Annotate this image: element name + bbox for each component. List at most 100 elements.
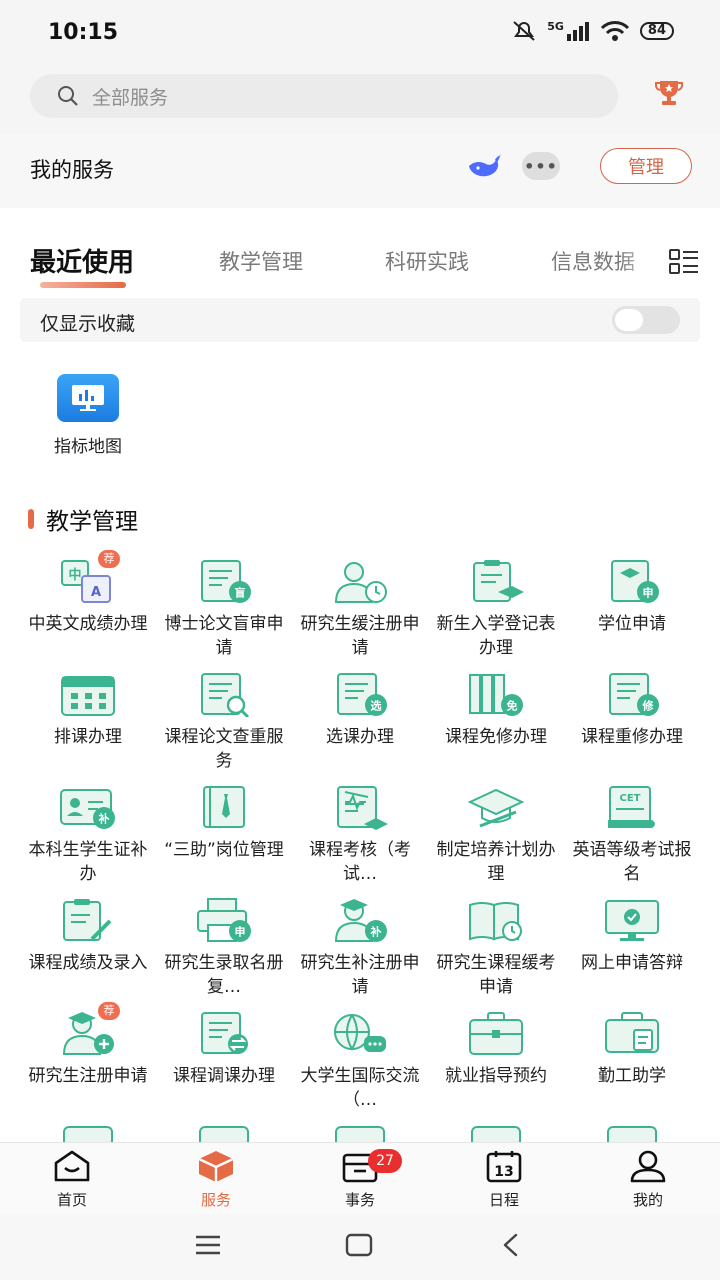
printer-apply-icon: 申: [194, 897, 254, 943]
tab-teaching[interactable]: 教学管理: [219, 246, 303, 276]
app-item[interactable]: 中 A 荐中英文成绩办理: [20, 550, 156, 671]
favorites-only-row: 仅显示收藏: [20, 298, 700, 342]
app-item[interactable]: 课程考核（考试…: [292, 784, 428, 897]
app-label: 研究生缓注册申请: [300, 614, 420, 658]
course-retake-icon: 修: [602, 671, 662, 717]
svg-text:13: 13: [494, 1164, 513, 1180]
app-label: 勤工助学: [598, 1066, 666, 1086]
manage-button[interactable]: 管理: [600, 148, 692, 184]
app-label: 排课办理: [54, 727, 122, 747]
app-item[interactable]: 新生入学登记表办理: [428, 558, 564, 671]
nav-mine[interactable]: 我的: [598, 1149, 698, 1210]
user-clock-icon: [330, 558, 390, 604]
app-item[interactable]: 大学生国际交流（…: [292, 1010, 428, 1123]
more-button[interactable]: •••: [522, 152, 560, 180]
status-bar: 10:15 5G 84: [0, 0, 720, 68]
my-services-title: 我的服务: [30, 158, 114, 182]
tab-research[interactable]: 科研实践: [385, 246, 469, 276]
books-exempt-icon: 免: [466, 671, 526, 717]
bottom-navigation: 首页 服务 27 事务 13 日程 我的: [0, 1142, 720, 1214]
app-item[interactable]: 就业指导预约: [428, 1010, 564, 1123]
app-label: 课程考核（考试…: [309, 840, 411, 884]
favorites-only-switch[interactable]: [612, 306, 680, 334]
calendar-13-icon: 13: [486, 1151, 522, 1183]
list-view-icon[interactable]: [668, 248, 700, 276]
nav-affairs[interactable]: 27 事务: [310, 1149, 410, 1210]
globe-chat-icon: [330, 1010, 390, 1056]
app-item[interactable]: 勤工助学: [564, 1010, 700, 1123]
svg-text:A: A: [91, 585, 101, 600]
battery-indicator: 84: [639, 22, 674, 40]
deepseek-whale-icon[interactable]: [466, 152, 502, 182]
graduate-supplement-icon: 补: [330, 897, 390, 943]
tab-recent[interactable]: 最近使用: [30, 242, 134, 279]
app-label: 中英文成绩办理: [28, 614, 148, 634]
document-blind-review-icon: 盲: [194, 558, 254, 604]
app-item[interactable]: 研究生课程缓考申请: [428, 897, 564, 1010]
app-label: 研究生注册申请: [28, 1066, 148, 1086]
app-label: 本科生学生证补办: [28, 840, 148, 884]
search-bar[interactable]: 全部服务: [30, 74, 618, 118]
app-label: 就业指导预约: [445, 1066, 547, 1086]
app-item[interactable]: 补本科生学生证补办: [20, 784, 156, 897]
app-label: 课程论文查重服务: [164, 727, 284, 771]
svg-text:修: 修: [642, 699, 655, 713]
switch-knob: [615, 309, 643, 331]
home-icon: [54, 1150, 90, 1182]
app-item[interactable]: 申研究生录取名册复…: [156, 897, 292, 1010]
nav-schedule[interactable]: 13 日程: [454, 1149, 554, 1210]
status-icons: 5G 84: [511, 20, 674, 42]
app-label: 博士论文盲审申请: [164, 614, 284, 658]
app-label: 课程重修办理: [581, 727, 683, 747]
app-label: 学位申请: [598, 614, 666, 634]
services-header: 全部服务 我的服务 ••• 管理: [0, 68, 720, 208]
app-item[interactable]: 荐研究生注册申请: [20, 1002, 156, 1123]
svg-text:盲: 盲: [235, 586, 246, 600]
menu-icon[interactable]: [194, 1232, 222, 1258]
svg-text:申: 申: [235, 925, 246, 939]
home-square-icon[interactable]: [344, 1232, 374, 1258]
search-icon: [58, 86, 78, 106]
trophy-icon[interactable]: [654, 78, 684, 108]
partial-icon: [471, 1126, 521, 1142]
profile-icon: [630, 1150, 666, 1183]
svg-text:中: 中: [68, 567, 81, 583]
app-label: 研究生录取名册复…: [164, 953, 284, 997]
app-item[interactable]: 选选课办理: [292, 671, 428, 784]
app-item[interactable]: 补研究生补注册申请: [292, 897, 428, 1010]
app-item[interactable]: 课程论文查重服务: [156, 671, 292, 784]
app-item[interactable]: 课程调课办理: [156, 1010, 292, 1123]
recent-app-item[interactable]: 指标地图: [42, 374, 134, 457]
app-label: 研究生补注册申请: [300, 953, 420, 997]
nav-home[interactable]: 首页: [22, 1149, 122, 1210]
nav-schedule-label: 日程: [488, 1191, 519, 1209]
partial-icon: [607, 1126, 657, 1142]
app-label: 研究生课程缓考申请: [436, 953, 556, 997]
back-icon[interactable]: [498, 1232, 524, 1258]
app-label: 网上申请答辩: [581, 953, 683, 973]
app-item[interactable]: 修课程重修办理: [564, 671, 700, 784]
app-label: 英语等级考试报名: [572, 840, 692, 884]
svg-text:免: 免: [507, 699, 518, 713]
clipboard-graduation-icon: [466, 558, 526, 604]
app-item[interactable]: 免课程免修办理: [428, 671, 564, 784]
signal-icon: [566, 22, 589, 41]
app-item[interactable]: 研究生缓注册申请: [292, 558, 428, 671]
app-item[interactable]: 排课办理: [20, 671, 156, 784]
app-item[interactable]: 制定培养计划办理: [428, 784, 564, 897]
services-panel: 最近使用 教学管理 科研实践 信息数据 仅显示收藏 指标地图 教学管理 中A荐中…: [0, 208, 720, 1142]
app-item[interactable]: 网上申请答辩: [564, 897, 700, 1010]
nav-service[interactable]: 服务: [166, 1149, 266, 1210]
tab-active-indicator: [40, 282, 126, 288]
app-label: 课程免修办理: [445, 727, 547, 747]
app-item[interactable]: 盲博士论文盲审申请: [156, 558, 292, 671]
app-item[interactable]: CET 英语等级考试报名: [564, 784, 700, 897]
cet-scroll-icon: CET: [602, 784, 662, 830]
monitor-chart-icon: [57, 374, 119, 422]
app-label: 课程成绩及录入: [28, 953, 148, 973]
app-item[interactable]: 申学位申请: [564, 558, 700, 671]
app-item[interactable]: “三助”岗位管理: [156, 784, 292, 897]
app-label: 新生入学登记表办理: [436, 614, 556, 658]
favorites-only-label: 仅显示收藏: [40, 313, 136, 335]
app-item[interactable]: 课程成绩及录入: [20, 897, 156, 1010]
